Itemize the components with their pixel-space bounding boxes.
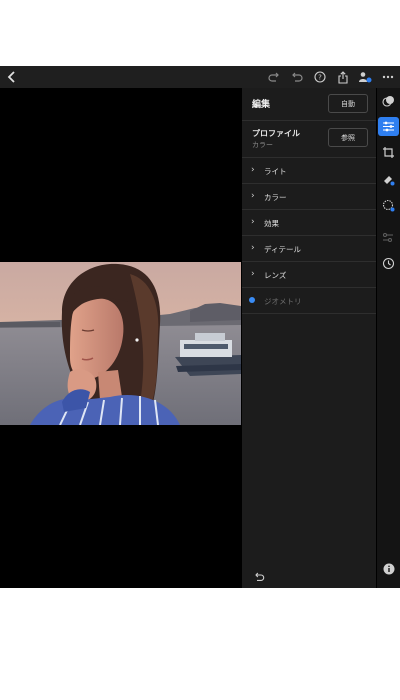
photo-image[interactable] <box>0 262 241 425</box>
reset-icon[interactable] <box>254 566 265 585</box>
history-icon[interactable] <box>381 256 396 271</box>
edit-sliders-icon[interactable] <box>378 117 399 136</box>
section-label: カラー <box>264 193 287 202</box>
chevron-right-icon: › <box>251 269 255 279</box>
tool-strip <box>377 88 400 588</box>
more-icon[interactable] <box>380 69 396 85</box>
presets-icon[interactable] <box>381 94 396 109</box>
panel-header: 編集 自動 <box>242 88 376 121</box>
section-label: ライト <box>264 167 287 176</box>
redo-icon[interactable] <box>266 69 282 85</box>
section-detail[interactable]: › ディテール <box>242 236 376 262</box>
section-label: レンズ <box>264 271 287 280</box>
section-label: ジオメトリ <box>264 297 302 306</box>
section-effects[interactable]: › 効果 <box>242 210 376 236</box>
info-icon[interactable] <box>381 561 396 576</box>
share-icon[interactable] <box>335 69 351 85</box>
profile-section[interactable]: プロファイル カラー 参照 <box>242 121 376 158</box>
profile-label: プロファイル <box>252 129 300 138</box>
help-icon[interactable]: ? <box>312 69 328 85</box>
panel-title: 編集 <box>252 100 271 110</box>
browse-button[interactable]: 参照 <box>328 128 368 147</box>
chevron-right-icon: › <box>251 165 255 175</box>
auto-button[interactable]: 自動 <box>328 94 368 113</box>
crop-icon[interactable] <box>381 145 396 160</box>
chevron-right-icon: › <box>251 217 255 227</box>
chevron-right-icon: › <box>251 191 255 201</box>
svg-text:?: ? <box>318 74 322 82</box>
section-lens[interactable]: › レンズ <box>242 262 376 288</box>
undo-icon[interactable] <box>289 69 305 85</box>
edit-panel: 編集 自動 プロファイル カラー 参照 › ライト › カラー › 効果 › デ… <box>242 88 376 588</box>
section-label: ディテール <box>264 245 301 254</box>
top-bar: ? <box>0 66 400 88</box>
chevron-right-icon: › <box>251 243 255 253</box>
section-color[interactable]: › カラー <box>242 184 376 210</box>
app-window: ? 編集 自動 プロファイル カラー 参照 › ライト › カラー › 効果 ›… <box>0 66 400 588</box>
profile-value: カラー <box>252 141 273 149</box>
section-light[interactable]: › ライト <box>242 158 376 184</box>
people-icon[interactable] <box>357 69 373 85</box>
versions-icon[interactable] <box>381 230 396 245</box>
premium-dot-icon <box>249 297 255 303</box>
healing-icon[interactable] <box>381 172 396 187</box>
section-geometry[interactable]: ジオメトリ <box>242 288 376 314</box>
photo-canvas[interactable] <box>0 88 241 588</box>
section-label: 効果 <box>264 219 279 228</box>
masking-icon[interactable] <box>381 198 396 213</box>
back-icon[interactable] <box>4 69 20 85</box>
